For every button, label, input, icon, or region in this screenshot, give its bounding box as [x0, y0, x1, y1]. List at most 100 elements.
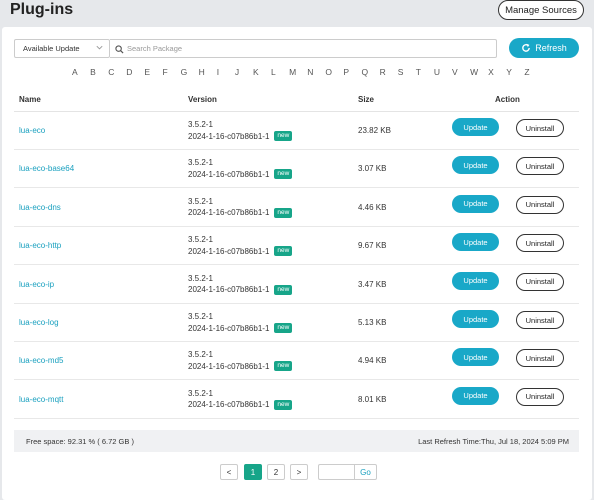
letter-filter-y[interactable]: Y: [506, 67, 524, 79]
plugin-size: 8.01 KB: [358, 394, 387, 404]
uninstall-button[interactable]: Uninstall: [516, 387, 564, 406]
letter-filter-e[interactable]: E: [144, 67, 162, 79]
uninstall-button[interactable]: Uninstall: [516, 195, 564, 214]
plugin-version: 3.5.2-1: [188, 273, 213, 283]
plugin-name-link[interactable]: lua-eco-dns: [19, 203, 61, 212]
table-row: lua-eco-ip 3.5.2-1 2024-1-16-c07b86b1-1 new…: [14, 266, 579, 304]
letter-filter-m[interactable]: M: [289, 67, 307, 79]
letter-filter-g[interactable]: G: [181, 67, 199, 79]
search-placeholder: Search Package: [127, 44, 183, 53]
letter-filter-t[interactable]: T: [416, 67, 434, 79]
letter-filter-x[interactable]: X: [488, 67, 506, 79]
plugin-name-link[interactable]: lua-eco: [19, 126, 45, 135]
update-button[interactable]: Update: [452, 386, 499, 405]
column-header-action: Action: [495, 95, 520, 104]
table-row: lua-eco-base64 3.5.2-1 2024-1-16-c07b86b1-…: [14, 150, 579, 189]
plugin-version: 3.5.2-1: [188, 350, 213, 360]
plugin-name-link[interactable]: lua-eco-md5: [19, 356, 63, 365]
plugin-name-link[interactable]: lua-eco-log: [19, 318, 59, 327]
plugin-build: 2024-1-16-c07b86b1-1 new: [188, 131, 293, 141]
refresh-button[interactable]: Refresh: [509, 38, 579, 58]
plugin-name-link[interactable]: lua-eco-mqtt: [19, 395, 63, 404]
plugin-build-text: 2024-1-16-c07b86b1-1: [188, 208, 270, 218]
letter-filter-n[interactable]: N: [307, 67, 325, 79]
new-badge: new: [274, 399, 293, 410]
table-row: lua-eco-http 3.5.2-1 2024-1-16-c07b86b1-1 n…: [14, 227, 579, 266]
letter-filter-j[interactable]: J: [235, 67, 253, 79]
uninstall-button[interactable]: Uninstall: [516, 119, 564, 137]
new-badge: new: [274, 246, 293, 257]
plugin-size: 4.46 KB: [358, 202, 387, 212]
filter-value: Available Update: [23, 44, 80, 53]
plugin-size: 4.94 KB: [358, 356, 387, 366]
next-page-button[interactable]: >: [290, 464, 308, 480]
plugin-size: 3.07 KB: [358, 164, 387, 174]
column-header-version: Version: [188, 95, 217, 104]
uninstall-button[interactable]: Uninstall: [516, 157, 564, 176]
chevron-down-icon: [96, 45, 103, 50]
last-refresh-time: Last Refresh Time:Thu, Jul 18, 2024 5:09…: [418, 437, 569, 446]
plugin-build-text: 2024-1-16-c07b86b1-1: [188, 323, 270, 333]
letter-filter-h[interactable]: H: [199, 67, 217, 79]
letter-filter-q[interactable]: Q: [362, 67, 380, 79]
letter-filter-i[interactable]: I: [217, 67, 235, 79]
plugin-version: 3.5.2-1: [188, 120, 213, 129]
uninstall-button[interactable]: Uninstall: [516, 311, 564, 329]
letter-filter-f[interactable]: F: [162, 67, 180, 79]
table-row: lua-eco-mqtt 3.5.2-1 2024-1-16-c07b86b1-1 n…: [14, 381, 579, 419]
page-title: Plug-ins: [10, 1, 74, 18]
update-button[interactable]: Update: [452, 118, 499, 136]
column-header-name: Name: [19, 95, 41, 104]
letter-filter-o[interactable]: O: [325, 67, 343, 79]
filter-select[interactable]: Available Update: [14, 39, 110, 58]
plugin-name-link[interactable]: lua-eco-base64: [19, 164, 74, 173]
go-button[interactable]: Go: [354, 464, 377, 480]
free-space: Free space: 92.31 % ( 6.72 GB ): [26, 437, 134, 446]
plugin-build: 2024-1-16-c07b86b1-1 new: [188, 284, 293, 295]
update-button[interactable]: Update: [452, 271, 499, 290]
status-bar: Free space: 92.31 % ( 6.72 GB ) Last Ref…: [14, 430, 579, 452]
uninstall-button[interactable]: Uninstall: [516, 234, 564, 253]
page-jump-input[interactable]: [318, 464, 354, 480]
plugin-build-text: 2024-1-16-c07b86b1-1: [188, 246, 270, 256]
plugin-build: 2024-1-16-c07b86b1-1 new: [188, 323, 293, 333]
letter-filter-l[interactable]: L: [271, 67, 289, 79]
plugin-build: 2024-1-16-c07b86b1-1 new: [188, 207, 293, 218]
refresh-label: Refresh: [535, 43, 567, 53]
letter-filter-w[interactable]: W: [470, 67, 488, 79]
letter-filter-p[interactable]: P: [343, 67, 361, 79]
letter-filter-r[interactable]: R: [380, 67, 398, 79]
new-badge: new: [274, 323, 293, 333]
letter-filter-c[interactable]: C: [108, 67, 126, 79]
letter-filter-b[interactable]: B: [90, 67, 108, 79]
letter-filter-k[interactable]: K: [253, 67, 271, 79]
letter-filter-d[interactable]: D: [126, 67, 144, 79]
update-button[interactable]: Update: [452, 348, 499, 367]
update-button[interactable]: Update: [452, 233, 499, 252]
letter-filter-v[interactable]: V: [452, 67, 470, 79]
new-badge: new: [274, 284, 293, 295]
table-row: lua-eco-dns 3.5.2-1 2024-1-16-c07b86b1-1 ne…: [14, 189, 579, 227]
alphabet-filter: ABCDEFGHIJKLMNOPQRSTUVWXYZ: [72, 67, 542, 79]
uninstall-button[interactable]: Uninstall: [516, 272, 564, 291]
plugin-size: 5.13 KB: [358, 318, 387, 327]
search-input[interactable]: Search Package: [110, 39, 497, 58]
plugin-version: 3.5.2-1: [188, 388, 213, 398]
plugin-size: 9.67 KB: [358, 241, 387, 251]
page-button-2[interactable]: 2: [267, 464, 285, 480]
plugin-build: 2024-1-16-c07b86b1-1 new: [188, 169, 293, 180]
letter-filter-z[interactable]: Z: [524, 67, 542, 79]
page-button-1[interactable]: 1: [244, 464, 262, 480]
plugin-build: 2024-1-16-c07b86b1-1 new: [188, 246, 293, 257]
letter-filter-u[interactable]: U: [434, 67, 452, 79]
letter-filter-s[interactable]: S: [398, 67, 416, 79]
update-button[interactable]: Update: [452, 310, 499, 328]
update-button[interactable]: Update: [452, 194, 499, 213]
update-button[interactable]: Update: [452, 156, 499, 175]
plugin-name-link[interactable]: lua-eco-http: [19, 241, 61, 250]
manage-sources-button[interactable]: Manage Sources: [498, 0, 584, 20]
letter-filter-a[interactable]: A: [72, 67, 90, 79]
uninstall-button[interactable]: Uninstall: [516, 349, 564, 368]
prev-page-button[interactable]: <: [220, 464, 238, 480]
plugin-name-link[interactable]: lua-eco-ip: [19, 280, 54, 289]
